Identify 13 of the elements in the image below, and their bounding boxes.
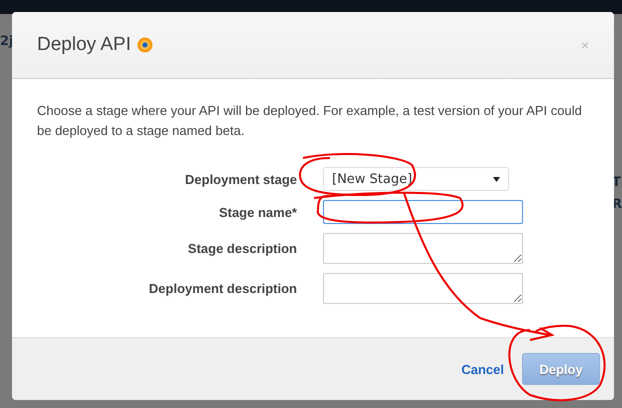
info-icon [137, 37, 153, 53]
stage-select[interactable]: [New Stage] [323, 167, 509, 191]
caret-icon [493, 176, 500, 182]
text-area[interactable] [323, 273, 523, 304]
field-label: Stage description [188, 241, 297, 256]
dialog-title: Deploy API [37, 34, 131, 56]
intro-text: Choose a stage where your API will be deployed. For example, a test version of your API could be deployed to a stage named beta. [37, 102, 582, 140]
cancel-link[interactable]: Cancel [461, 362, 504, 376]
field-label: Stage name* [218, 204, 297, 220]
field-label: Deployment stage [185, 172, 297, 186]
input-field[interactable] [323, 200, 523, 224]
field-label: Deployment description [148, 281, 297, 296]
text-area[interactable] [323, 233, 523, 264]
